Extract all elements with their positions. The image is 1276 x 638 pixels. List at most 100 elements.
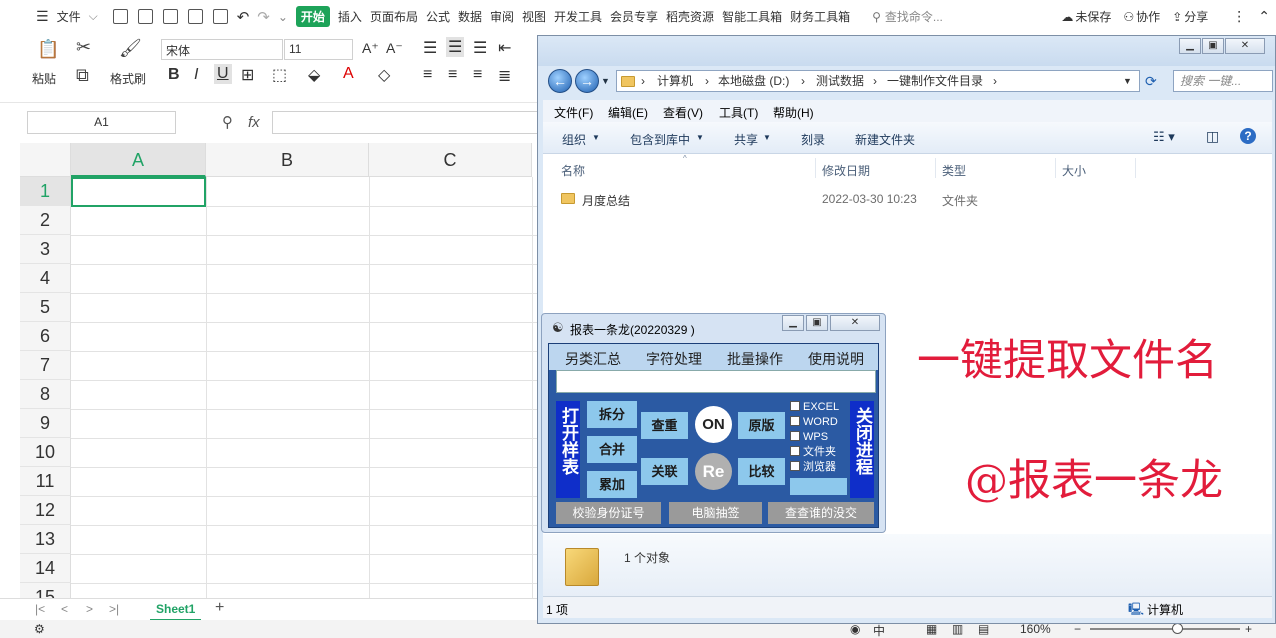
breadcrumb-current[interactable]: 一键制作文件目录 bbox=[887, 71, 983, 91]
associate-button[interactable]: 关联 bbox=[641, 458, 688, 485]
row-header[interactable]: 14 bbox=[20, 554, 71, 583]
redo-icon[interactable]: ↷ bbox=[257, 8, 270, 26]
row-header[interactable]: 2 bbox=[20, 206, 71, 235]
dialog-maximize-button[interactable]: ▣ bbox=[806, 315, 828, 331]
input-language[interactable]: 中 bbox=[873, 622, 885, 638]
zoom-level[interactable]: 160% bbox=[1020, 622, 1051, 636]
align-center-icon[interactable]: ≡ bbox=[448, 66, 457, 84]
indent-icon[interactable]: ⇤ bbox=[498, 38, 511, 58]
tab-data[interactable]: 数据 bbox=[458, 8, 482, 25]
missing-submissions-button[interactable]: 查查谁的没交 bbox=[768, 502, 874, 524]
dialog-minimize-button[interactable]: ▁ bbox=[782, 315, 804, 331]
help-icon[interactable]: ? bbox=[1240, 128, 1256, 144]
more-options-icon[interactable]: ⋮ bbox=[1232, 8, 1246, 25]
zoom-slider[interactable] bbox=[1090, 628, 1240, 630]
increase-font-icon[interactable]: A⁺ bbox=[362, 40, 379, 57]
row-header[interactable]: 6 bbox=[20, 322, 71, 351]
close-button[interactable]: ✕ bbox=[1225, 38, 1265, 54]
view-options-icon[interactable]: ☷ ▾ bbox=[1153, 129, 1175, 145]
share-with-button[interactable]: 共享 bbox=[734, 131, 758, 148]
font-size-select[interactable]: 11 bbox=[284, 39, 353, 60]
row-header[interactable]: 11 bbox=[20, 467, 71, 496]
menu-text-processing[interactable]: 字符处理 bbox=[646, 349, 702, 369]
menu-tools[interactable]: 工具(T) bbox=[719, 104, 758, 121]
tab-start[interactable]: 开始 bbox=[295, 6, 330, 27]
paste-button[interactable]: 粘贴 bbox=[32, 70, 56, 87]
row-header[interactable]: 5 bbox=[20, 293, 71, 322]
print-preview-icon[interactable] bbox=[212, 9, 228, 24]
refresh-icon[interactable]: ⟳ bbox=[1145, 73, 1157, 90]
col-header-date[interactable]: 修改日期 bbox=[822, 162, 870, 179]
column-header-a[interactable]: A bbox=[71, 143, 206, 177]
border-icon[interactable]: ⊞ bbox=[241, 65, 254, 85]
dialog-close-button[interactable]: ✕ bbox=[830, 315, 880, 331]
checkbox-box[interactable] bbox=[790, 446, 800, 456]
format-painter-button[interactable]: 格式刷 bbox=[110, 70, 146, 87]
unsaved-status[interactable]: 未保存 bbox=[1075, 8, 1111, 25]
tab-view[interactable]: 视图 bbox=[522, 8, 546, 25]
checkbox-browser[interactable]: 浏览器 bbox=[790, 461, 836, 474]
preview-pane-icon[interactable]: ◫ bbox=[1206, 128, 1219, 145]
hamburger-icon[interactable]: ☰ bbox=[36, 8, 49, 25]
zoom-formula-icon[interactable]: ⚲ bbox=[222, 113, 233, 131]
save-icon[interactable] bbox=[137, 9, 153, 24]
export-icon[interactable] bbox=[162, 9, 178, 24]
breadcrumb-test-data[interactable]: 测试数据 bbox=[816, 71, 864, 91]
collab-button[interactable]: 协作 bbox=[1136, 8, 1160, 25]
menu-batch-ops[interactable]: 批量操作 bbox=[727, 349, 783, 369]
new-folder-button[interactable]: 新建文件夹 bbox=[855, 131, 915, 148]
address-bar[interactable]: › 计算机 › 本地磁盘 (D:) › 测试数据 › 一键制作文件目录 › ▼ bbox=[616, 70, 1140, 92]
file-menu[interactable]: 文件 bbox=[57, 8, 81, 25]
burn-button[interactable]: 刻录 bbox=[801, 131, 825, 148]
last-sheet-icon[interactable]: >| bbox=[109, 602, 119, 616]
accumulate-button[interactable]: 累加 bbox=[587, 471, 637, 498]
paste-icon[interactable]: 📋 bbox=[37, 39, 59, 60]
menu-file[interactable]: 文件(F) bbox=[554, 104, 593, 121]
breadcrumb-computer[interactable]: 计算机 bbox=[657, 71, 693, 91]
checkbox-excel[interactable]: EXCEL bbox=[790, 401, 839, 414]
row-header[interactable]: 8 bbox=[20, 380, 71, 409]
formula-input[interactable] bbox=[272, 111, 552, 134]
collapse-icon[interactable]: ⌃ bbox=[1258, 8, 1270, 25]
justify-icon[interactable]: ≣ bbox=[498, 66, 511, 86]
font-name-select[interactable]: 宋体 bbox=[161, 39, 283, 60]
macro-icon[interactable]: ⚙ bbox=[34, 622, 45, 636]
include-library-button[interactable]: 包含到库中 bbox=[630, 131, 690, 148]
dedupe-button[interactable]: 查重 bbox=[641, 412, 688, 439]
copy-icon[interactable]: ⧉ bbox=[76, 65, 89, 86]
row-header[interactable]: 1 bbox=[20, 177, 71, 206]
checkbox-folder[interactable]: 文件夹 bbox=[790, 446, 836, 459]
tab-formula[interactable]: 公式 bbox=[426, 8, 450, 25]
tab-developer[interactable]: 开发工具 bbox=[554, 8, 602, 25]
row-header[interactable]: 10 bbox=[20, 438, 71, 467]
sheet-tab[interactable]: Sheet1 bbox=[150, 599, 202, 621]
font-color-icon[interactable]: A bbox=[343, 65, 354, 83]
on-button[interactable]: ON bbox=[695, 406, 732, 443]
select-all-corner[interactable] bbox=[20, 143, 71, 177]
bold-icon[interactable]: B bbox=[168, 66, 180, 84]
page-view-icon[interactable]: ▥ bbox=[952, 622, 963, 636]
maximize-button[interactable]: ▣ bbox=[1202, 38, 1224, 54]
checkbox-word[interactable]: WORD bbox=[790, 416, 838, 429]
format-painter-icon[interactable]: 🖌 bbox=[119, 38, 142, 59]
row-header[interactable]: 12 bbox=[20, 496, 71, 525]
command-search[interactable]: 查找命令... bbox=[885, 8, 943, 25]
align-left-icon[interactable]: ≡ bbox=[423, 66, 432, 84]
menu-edit[interactable]: 编辑(E) bbox=[608, 104, 648, 121]
highlight-icon[interactable]: ⬙ bbox=[308, 65, 320, 85]
more-icon[interactable]: ⌄ bbox=[278, 10, 288, 24]
checkbox-wps[interactable]: WPS bbox=[790, 431, 828, 444]
checkbox-box[interactable] bbox=[790, 461, 800, 471]
share-button[interactable]: 分享 bbox=[1184, 8, 1208, 25]
reading-view-icon[interactable]: ▤ bbox=[978, 622, 989, 636]
zoom-out-icon[interactable]: − bbox=[1074, 622, 1081, 636]
re-button[interactable]: Re bbox=[695, 453, 732, 490]
dialog-input[interactable] bbox=[556, 370, 876, 393]
row-header[interactable]: 4 bbox=[20, 264, 71, 293]
prev-sheet-icon[interactable]: < bbox=[61, 602, 68, 616]
address-dropdown-icon[interactable]: ▼ bbox=[1123, 71, 1132, 91]
tab-insert[interactable]: 插入 bbox=[338, 8, 362, 25]
row-header[interactable]: 9 bbox=[20, 409, 71, 438]
column-header-c[interactable]: C bbox=[369, 143, 532, 177]
add-sheet-icon[interactable]: + bbox=[215, 599, 224, 617]
